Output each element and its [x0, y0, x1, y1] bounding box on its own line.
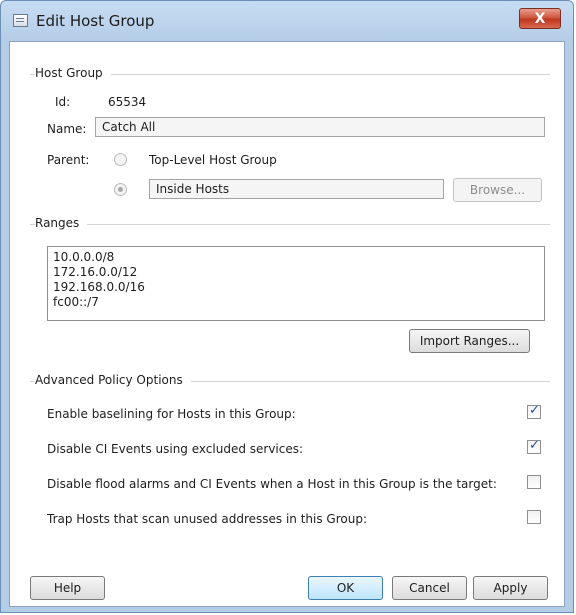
option-ci-events-checkbox[interactable] [527, 438, 541, 454]
id-value: 65534 [108, 95, 147, 109]
parent-top-level-label: Top-Level Host Group [149, 153, 277, 167]
cancel-button[interactable]: Cancel [392, 576, 467, 600]
dialog-content: Host Group Id: 65534 Name: Catch All Par… [9, 41, 565, 607]
ok-button[interactable]: OK [308, 576, 383, 600]
option-baselining-label: Enable baselining for Hosts in this Grou… [47, 407, 296, 421]
parent-group-radio[interactable] [114, 183, 127, 196]
id-label: Id: [55, 95, 71, 109]
window-icon [13, 14, 28, 27]
advanced-section-title: Advanced Policy Options [35, 373, 191, 387]
range-item[interactable]: fc00::/7 [53, 295, 539, 310]
option-flood-alarms-label: Disable flood alarms and CI Events when … [47, 477, 497, 491]
range-item[interactable]: 192.168.0.0/16 [53, 280, 539, 295]
parent-group-field[interactable]: Inside Hosts [149, 179, 444, 199]
range-item[interactable]: 10.0.0.0/8 [53, 250, 539, 265]
name-field[interactable]: Catch All [95, 117, 545, 137]
parent-top-level-radio[interactable] [114, 153, 127, 166]
ranges-divider [30, 224, 550, 225]
close-button[interactable]: X [519, 8, 561, 29]
option-trap-hosts-checkbox[interactable] [527, 510, 541, 524]
parent-label: Parent: [47, 153, 90, 167]
option-ci-events-label: Disable CI Events using excluded service… [47, 442, 304, 456]
edit-host-group-dialog: Edit Host Group X Host Group Id: 65534 N… [0, 0, 574, 613]
browse-button[interactable]: Browse... [453, 178, 542, 202]
option-trap-hosts-label: Trap Hosts that scan unused addresses in… [47, 512, 367, 526]
option-baselining-checkbox[interactable] [527, 403, 541, 419]
range-item[interactable]: 172.16.0.0/12 [53, 265, 539, 280]
host-group-section-title: Host Group [35, 66, 111, 80]
name-label: Name: [47, 122, 87, 136]
window-title: Edit Host Group [36, 12, 155, 30]
apply-button[interactable]: Apply [473, 576, 548, 600]
help-button[interactable]: Help [30, 576, 105, 600]
ranges-list[interactable]: 10.0.0.0/8 172.16.0.0/12 192.168.0.0/16 … [47, 246, 545, 321]
import-ranges-button[interactable]: Import Ranges... [409, 329, 530, 353]
option-flood-alarms-checkbox[interactable] [527, 475, 541, 489]
title-bar[interactable]: Edit Host Group X [1, 1, 573, 41]
ranges-section-title: Ranges [35, 216, 88, 230]
